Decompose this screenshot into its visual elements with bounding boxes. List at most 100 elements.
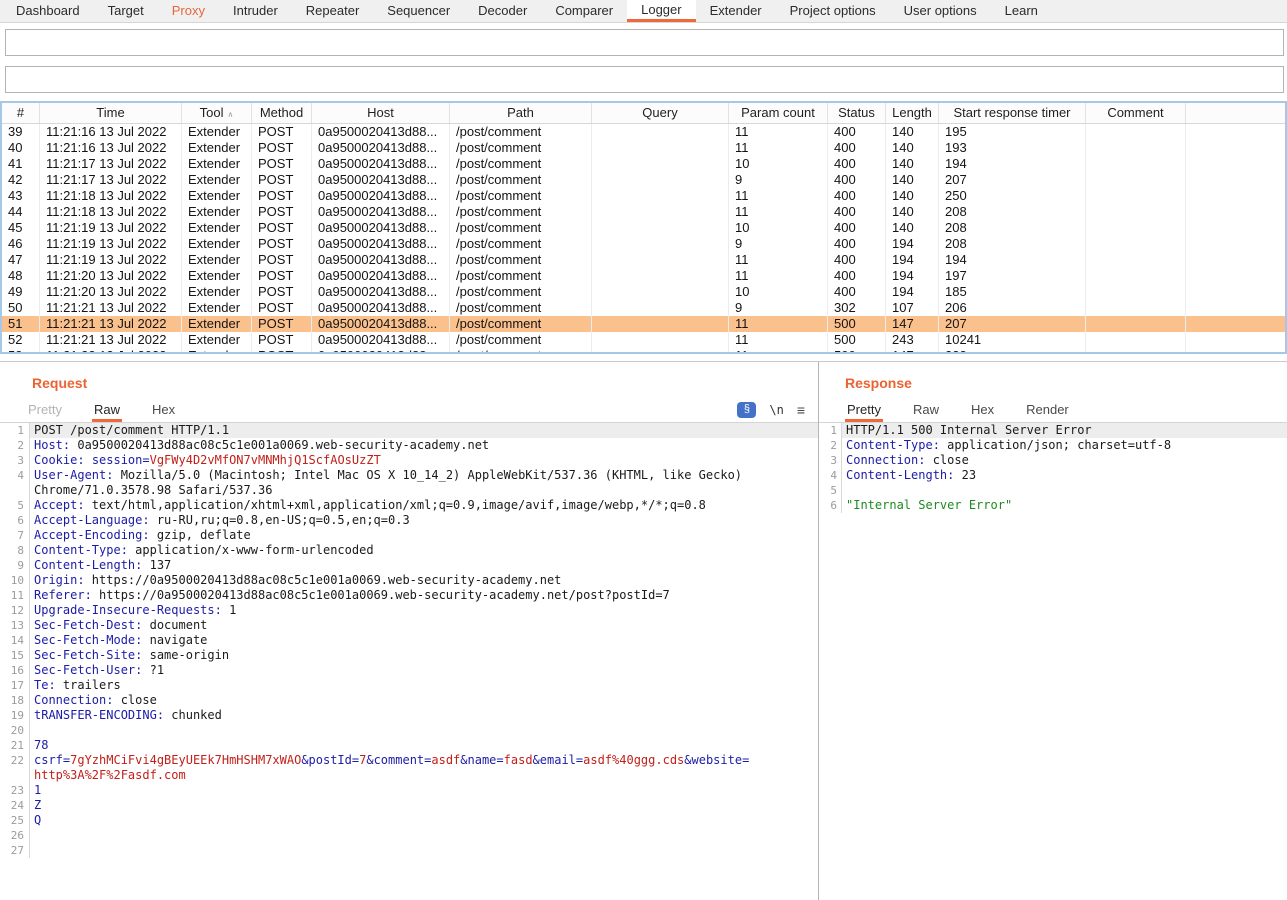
table-row[interactable]: 4511:21:19 13 Jul 2022ExtenderPOST0a9500…: [2, 220, 1285, 236]
cell: 48: [2, 268, 40, 284]
menu-item-logger[interactable]: Logger: [627, 0, 695, 22]
cell: /post/comment: [450, 188, 592, 204]
response-tab-render[interactable]: Render: [1024, 402, 1071, 422]
cell: [1086, 220, 1186, 236]
table-row[interactable]: 4711:21:19 13 Jul 2022ExtenderPOST0a9500…: [2, 252, 1285, 268]
request-tabbar: Pretty Raw Hex § \n ≡: [0, 399, 818, 422]
column-header-path[interactable]: Path: [450, 103, 592, 123]
cell: 11: [729, 204, 828, 220]
editor-line: 1POST /post/comment HTTP/1.1: [0, 423, 818, 438]
column-header--[interactable]: #: [2, 103, 40, 123]
request-editor[interactable]: 1POST /post/comment HTTP/1.12Host: 0a950…: [0, 422, 818, 900]
editor-line: 7Accept-Encoding: gzip, deflate: [0, 528, 818, 543]
cell: 52: [2, 332, 40, 348]
menu-item-extender[interactable]: Extender: [696, 0, 776, 22]
line-number: 2: [819, 438, 842, 453]
response-tab-pretty[interactable]: Pretty: [845, 402, 883, 422]
capture-filter-bar[interactable]: Capture filter: Logger memory limit set …: [5, 29, 1284, 56]
line-number: 24: [0, 798, 30, 813]
table-row[interactable]: 4011:21:16 13 Jul 2022ExtenderPOST0a9500…: [2, 140, 1285, 156]
menu-item-repeater[interactable]: Repeater: [292, 0, 373, 22]
cell: POST: [252, 236, 312, 252]
column-header-comment[interactable]: Comment: [1086, 103, 1186, 123]
table-row[interactable]: 5011:21:21 13 Jul 2022ExtenderPOST0a9500…: [2, 300, 1285, 316]
column-header-method[interactable]: Method: [252, 103, 312, 123]
cell: [1086, 252, 1186, 268]
menu-item-comparer[interactable]: Comparer: [541, 0, 627, 22]
menu-item-project-options[interactable]: Project options: [776, 0, 890, 22]
table-row[interactable]: 3911:21:16 13 Jul 2022ExtenderPOST0a9500…: [2, 124, 1285, 140]
table-row[interactable]: 4911:21:20 13 Jul 2022ExtenderPOST0a9500…: [2, 284, 1285, 300]
cell: 302: [828, 300, 886, 316]
line-number: 17: [0, 678, 30, 693]
cell: 0a9500020413d88...: [312, 140, 450, 156]
column-header-host[interactable]: Host: [312, 103, 450, 123]
cell: 193: [939, 140, 1086, 156]
cell: 400: [828, 284, 886, 300]
response-tab-raw[interactable]: Raw: [911, 402, 941, 422]
format-icon[interactable]: §: [737, 402, 756, 418]
menu-item-sequencer[interactable]: Sequencer: [373, 0, 464, 22]
cell: Extender: [182, 204, 252, 220]
table-row[interactable]: 4611:21:19 13 Jul 2022ExtenderPOST0a9500…: [2, 236, 1285, 252]
menu-item-learn[interactable]: Learn: [991, 0, 1052, 22]
table-row[interactable]: 5111:21:21 13 Jul 2022ExtenderPOST0a9500…: [2, 316, 1285, 332]
line-content: Q: [30, 813, 818, 828]
sort-asc-icon: ∧: [228, 110, 234, 119]
cell: [592, 220, 729, 236]
cell: Extender: [182, 124, 252, 140]
cell: 41: [2, 156, 40, 172]
request-editor-controls: § \n ≡: [737, 401, 804, 419]
cell: [592, 140, 729, 156]
logger-table: #TimeTool∧MethodHostPathQueryParam count…: [0, 101, 1287, 354]
cell: 47: [2, 252, 40, 268]
table-row[interactable]: 4111:21:17 13 Jul 2022ExtenderPOST0a9500…: [2, 156, 1285, 172]
menu-item-proxy[interactable]: Proxy: [158, 0, 219, 22]
menu-item-intruder[interactable]: Intruder: [219, 0, 292, 22]
table-row[interactable]: 4211:21:17 13 Jul 2022ExtenderPOST0a9500…: [2, 172, 1285, 188]
cell: 43: [2, 188, 40, 204]
cell: 0a9500020413d88...: [312, 156, 450, 172]
cell: 185: [939, 284, 1086, 300]
table-body[interactable]: 3911:21:16 13 Jul 2022ExtenderPOST0a9500…: [2, 124, 1285, 352]
table-row[interactable]: 4311:21:18 13 Jul 2022ExtenderPOST0a9500…: [2, 188, 1285, 204]
column-header-start-response-timer[interactable]: Start response timer: [939, 103, 1086, 123]
response-tab-hex[interactable]: Hex: [969, 402, 996, 422]
cell: [592, 124, 729, 140]
menu-item-decoder[interactable]: Decoder: [464, 0, 541, 22]
editor-menu-icon[interactable]: ≡: [797, 402, 804, 418]
column-header-status[interactable]: Status: [828, 103, 886, 123]
request-tab-pretty[interactable]: Pretty: [26, 402, 64, 422]
cell: Extender: [182, 348, 252, 352]
editor-line: 27: [0, 843, 818, 858]
response-editor[interactable]: 1HTTP/1.1 500 Internal Server Error2Cont…: [819, 422, 1287, 900]
line-content: 1: [30, 783, 818, 798]
cell: 0a9500020413d88...: [312, 220, 450, 236]
table-row[interactable]: 4811:21:20 13 Jul 2022ExtenderPOST0a9500…: [2, 268, 1285, 284]
menu-item-user-options[interactable]: User options: [890, 0, 991, 22]
cell: /post/comment: [450, 332, 592, 348]
column-header-param-count[interactable]: Param count: [729, 103, 828, 123]
request-title: Request: [32, 375, 87, 391]
column-header-query[interactable]: Query: [592, 103, 729, 123]
table-row[interactable]: 5211:21:21 13 Jul 2022ExtenderPOST0a9500…: [2, 332, 1285, 348]
cell: 243: [886, 332, 939, 348]
request-tab-raw[interactable]: Raw: [92, 402, 122, 422]
cell: Extender: [182, 172, 252, 188]
cell: 11:21:16 13 Jul 2022: [40, 124, 182, 140]
request-tab-hex[interactable]: Hex: [150, 402, 177, 422]
editor-line: Chrome/71.0.3578.98 Safari/537.36: [0, 483, 818, 498]
line-content: Accept: text/html,application/xhtml+xml,…: [30, 498, 818, 513]
column-header-tool[interactable]: Tool∧: [182, 103, 252, 123]
table-row[interactable]: 5311:21:22 13 Jul 2022ExtenderPOST0a9500…: [2, 348, 1285, 352]
table-row[interactable]: 4411:21:18 13 Jul 2022ExtenderPOST0a9500…: [2, 204, 1285, 220]
view-filter-bar[interactable]: View filter: Showing all items: [5, 66, 1284, 93]
menu-item-dashboard[interactable]: Dashboard: [2, 0, 94, 22]
column-header-length[interactable]: Length: [886, 103, 939, 123]
nonprintable-toggle-icon[interactable]: \n: [769, 403, 783, 417]
cell: [1086, 268, 1186, 284]
editor-line: 8Content-Type: application/x-www-form-ur…: [0, 543, 818, 558]
response-panel: Response PrettyRawHexRender 1HTTP/1.1 50…: [819, 362, 1287, 900]
menu-item-target[interactable]: Target: [94, 0, 158, 22]
column-header-time[interactable]: Time: [40, 103, 182, 123]
